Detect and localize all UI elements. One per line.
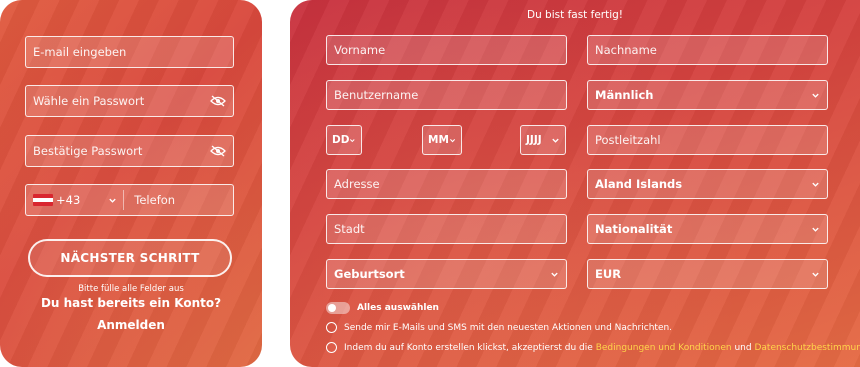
toggle-knob xyxy=(328,304,336,312)
birth-month-select[interactable]: MM xyxy=(422,125,462,155)
terms-consent-radio[interactable] xyxy=(326,342,337,353)
confirm-password-field[interactable]: Bestätige Passwort xyxy=(25,135,234,167)
next-step-button[interactable]: NÄCHSTER SCHRITT xyxy=(28,239,232,277)
terms-prefix: Indem du auf Konto erstellen klickst, ak… xyxy=(344,343,593,353)
marketing-consent-text: Sende mir E-Mails und SMS mit den neuest… xyxy=(344,323,673,333)
have-account-text: Du hast bereits ein Konto? xyxy=(40,296,222,310)
username-placeholder: Benutzername xyxy=(334,88,419,102)
birth-day-select[interactable]: DD xyxy=(326,125,362,155)
first-name-field[interactable]: Vorname xyxy=(326,35,567,65)
terms-consent-text: Indem du auf Konto erstellen klickst, ak… xyxy=(344,343,860,353)
birth-year-select[interactable]: JJJJ xyxy=(520,125,566,155)
next-step-label: NÄCHSTER SCHRITT xyxy=(60,251,200,265)
chevron-down-icon xyxy=(350,138,356,142)
postcode-field[interactable]: Postleitzahl xyxy=(587,125,828,155)
privacy-link[interactable]: Datenschutzbestimmungen xyxy=(754,343,860,353)
email-placeholder: E-mail eingeben xyxy=(33,45,127,59)
phone-placeholder: Telefon xyxy=(134,193,176,207)
currency-value: EUR xyxy=(595,267,622,281)
last-name-field[interactable]: Nachname xyxy=(587,35,828,65)
gender-value: Männlich xyxy=(595,88,654,102)
phone-code[interactable]: +43 xyxy=(56,193,80,207)
nationality-select[interactable]: Nationalität xyxy=(587,214,828,244)
select-all-toggle[interactable] xyxy=(326,302,350,314)
phone-field[interactable]: +43 Telefon xyxy=(25,184,234,216)
select-all-label: Alles auswählen xyxy=(357,303,439,313)
chevron-down-icon xyxy=(812,272,819,277)
eye-off-icon[interactable] xyxy=(210,95,226,107)
chevron-down-icon[interactable] xyxy=(108,196,117,205)
password-field[interactable]: Wähle ein Passwort xyxy=(25,85,234,117)
month-value: MM xyxy=(428,134,449,146)
birthplace-select[interactable]: Geburtsort xyxy=(326,259,567,289)
day-value: DD xyxy=(332,134,350,146)
eye-off-icon[interactable] xyxy=(210,145,226,157)
terms-and: und xyxy=(734,343,752,353)
chevron-down-icon xyxy=(812,227,819,232)
password-placeholder: Wähle ein Passwort xyxy=(33,94,145,108)
phone-divider xyxy=(123,190,125,210)
country-value: Aland Islands xyxy=(595,177,683,191)
chevron-down-icon xyxy=(551,272,558,277)
city-placeholder: Stadt xyxy=(334,222,365,236)
chevron-down-icon xyxy=(552,138,559,143)
email-field[interactable]: E-mail eingeben xyxy=(25,36,234,68)
panel-title: Du bist fast fertig! xyxy=(526,9,624,21)
city-field[interactable]: Stadt xyxy=(326,214,567,244)
postcode-placeholder: Postleitzahl xyxy=(595,133,661,147)
username-field[interactable]: Benutzername xyxy=(326,80,567,110)
address-field[interactable]: Adresse xyxy=(326,169,567,199)
last-name-placeholder: Nachname xyxy=(595,43,657,57)
chevron-down-icon xyxy=(449,138,455,142)
marketing-consent-radio[interactable] xyxy=(326,322,337,333)
fill-all-fields-hint: Bitte fülle alle Felder aus xyxy=(78,284,184,294)
first-name-placeholder: Vorname xyxy=(334,43,386,57)
confirm-password-placeholder: Bestätige Passwort xyxy=(33,144,143,158)
chevron-down-icon xyxy=(812,93,819,98)
chevron-down-icon xyxy=(812,182,819,187)
currency-select[interactable]: EUR xyxy=(587,259,828,289)
austria-flag-icon xyxy=(33,194,53,206)
login-link[interactable]: Anmelden xyxy=(0,318,262,332)
terms-link[interactable]: Bedingungen und Konditionen xyxy=(596,343,732,353)
nationality-value: Nationalität xyxy=(595,222,673,236)
country-select[interactable]: Aland Islands xyxy=(587,169,828,199)
address-placeholder: Adresse xyxy=(334,177,380,191)
gender-select[interactable]: Männlich xyxy=(587,80,828,110)
year-value: JJJJ xyxy=(526,134,542,146)
birthplace-value: Geburtsort xyxy=(334,267,405,281)
